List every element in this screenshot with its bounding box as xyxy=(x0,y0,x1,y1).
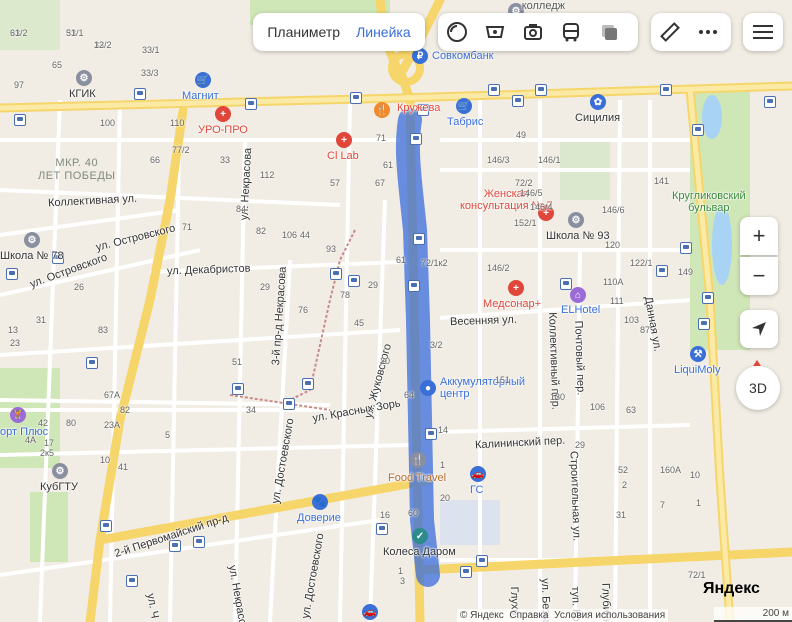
zoom-out-button[interactable]: − xyxy=(740,257,778,295)
measure-toolbar: Планиметр Линейка xyxy=(253,13,425,51)
bus-stop-icon[interactable] xyxy=(350,92,362,104)
bus-stop-icon[interactable] xyxy=(417,104,429,116)
layers-icon[interactable] xyxy=(438,13,476,51)
ruler-route xyxy=(395,108,440,587)
ruler-icon[interactable] xyxy=(651,13,689,51)
bus-stop-icon[interactable] xyxy=(302,378,314,390)
medical-pin-icon[interactable]: + xyxy=(538,205,554,221)
bus-stop-icon[interactable] xyxy=(560,278,572,290)
menu-toolbar xyxy=(743,13,783,51)
bus-stop-icon[interactable] xyxy=(283,398,295,410)
bus-stop-icon[interactable] xyxy=(232,383,244,395)
transit-icon[interactable] xyxy=(552,13,590,51)
sports-ground xyxy=(30,492,68,562)
location-arrow-icon xyxy=(752,322,766,336)
vet-pin-icon[interactable]: 🐾 xyxy=(312,494,328,510)
service-pin-icon[interactable]: ✿ xyxy=(590,94,606,110)
terms-link[interactable]: Условия использования xyxy=(554,610,665,621)
map-canvas[interactable]: МКР. 40 ЛЕТ ПОБЕДЫ Коллективная ул. ул. … xyxy=(0,0,792,622)
bus-stop-icon[interactable] xyxy=(488,84,500,96)
planimeter-button[interactable]: Планиметр xyxy=(259,24,348,40)
menu-icon[interactable] xyxy=(744,13,782,51)
bus-stop-icon[interactable] xyxy=(410,133,422,145)
zoom-in-button[interactable]: + xyxy=(740,217,778,255)
panorama-icon[interactable] xyxy=(476,13,514,51)
hotel-pin-icon[interactable]: ⌂ xyxy=(570,287,586,303)
bus-stop-icon[interactable] xyxy=(460,566,472,578)
bus-stop-icon[interactable] xyxy=(702,292,714,304)
shop-pin-icon[interactable]: 🛒 xyxy=(195,72,211,88)
copyright: © Яндекс xyxy=(460,610,504,621)
compass-north-icon xyxy=(753,360,761,366)
park-area xyxy=(0,0,60,50)
bus-stop-icon[interactable] xyxy=(512,95,524,107)
bus-stop-icon[interactable] xyxy=(680,242,692,254)
medical-pin-icon[interactable]: + xyxy=(508,280,524,296)
bus-stop-icon[interactable] xyxy=(476,555,488,567)
school-pin-icon[interactable]: ⚙ xyxy=(568,212,584,228)
bus-stop-icon[interactable] xyxy=(376,523,388,535)
bus-stop-icon[interactable] xyxy=(14,114,26,126)
bus-stop-icon[interactable] xyxy=(408,280,420,292)
school-pin-icon[interactable]: ⚙ xyxy=(24,232,40,248)
bus-stop-icon[interactable] xyxy=(169,540,181,552)
layers-toolbar xyxy=(438,13,638,51)
bus-stop-icon[interactable] xyxy=(698,318,710,330)
bus-stop-icon[interactable] xyxy=(535,84,547,96)
attribution-bar: © Яндекс Справка Условия использования xyxy=(457,609,669,622)
ruler-button[interactable]: Линейка xyxy=(348,24,419,40)
bus-stop-icon[interactable] xyxy=(193,536,205,548)
view-3d-label: 3D xyxy=(749,380,767,396)
bus-stop-icon[interactable] xyxy=(348,275,360,287)
bus-stop-icon[interactable] xyxy=(330,268,342,280)
bus-stop-icon[interactable] xyxy=(656,265,668,277)
bus-stop-icon[interactable] xyxy=(245,98,257,110)
map-base xyxy=(0,0,792,622)
cafe-pin-icon[interactable]: 🍴 xyxy=(410,452,426,468)
bus-stop-icon[interactable] xyxy=(100,520,112,532)
medical-pin-icon[interactable]: + xyxy=(215,106,231,122)
bus-stop-icon[interactable] xyxy=(6,268,18,280)
camera-icon[interactable] xyxy=(514,13,552,51)
bus-stop-icon[interactable] xyxy=(52,252,64,264)
more-icon[interactable] xyxy=(689,13,727,51)
car-service-pin-icon[interactable]: ⚒ xyxy=(690,346,706,362)
pond xyxy=(702,95,722,139)
bus-stop-icon[interactable] xyxy=(660,84,672,96)
university-pin-icon[interactable]: ⚙ xyxy=(52,463,68,479)
geolocation-button[interactable] xyxy=(740,310,778,348)
university-pin-icon[interactable]: ⚙ xyxy=(76,70,92,86)
cafe-pin-icon[interactable]: 🍴 xyxy=(374,102,390,118)
shop-pin-icon[interactable]: 🛒 xyxy=(456,98,472,114)
bus-stop-icon[interactable] xyxy=(413,233,425,245)
scale-label: 200 м xyxy=(762,608,789,619)
industrial-area xyxy=(440,500,500,545)
bus-stop-icon[interactable] xyxy=(692,124,704,136)
bus-stop-icon[interactable] xyxy=(425,428,437,440)
scale-bar: 200 м xyxy=(714,607,792,622)
service-pin-icon[interactable]: ● xyxy=(420,380,436,396)
sport-pin-icon[interactable]: 🏋 xyxy=(10,407,26,423)
help-link[interactable]: Справка xyxy=(509,610,548,621)
bus-stop-icon[interactable] xyxy=(134,88,146,100)
bus-stop-icon[interactable] xyxy=(764,96,776,108)
car-pin-icon[interactable]: 🚗 xyxy=(362,604,378,620)
bus-stop-icon[interactable] xyxy=(86,357,98,369)
medical-pin-icon[interactable]: + xyxy=(336,132,352,148)
pond xyxy=(712,205,732,285)
traffic-icon[interactable] xyxy=(590,13,628,51)
tools-toolbar xyxy=(651,13,731,51)
bus-stop-icon[interactable] xyxy=(126,575,138,587)
car-pin-icon[interactable]: 🚗 xyxy=(470,466,486,482)
tire-pin-icon[interactable]: ✓ xyxy=(412,528,428,544)
view-3d-button[interactable]: 3D xyxy=(736,366,780,410)
